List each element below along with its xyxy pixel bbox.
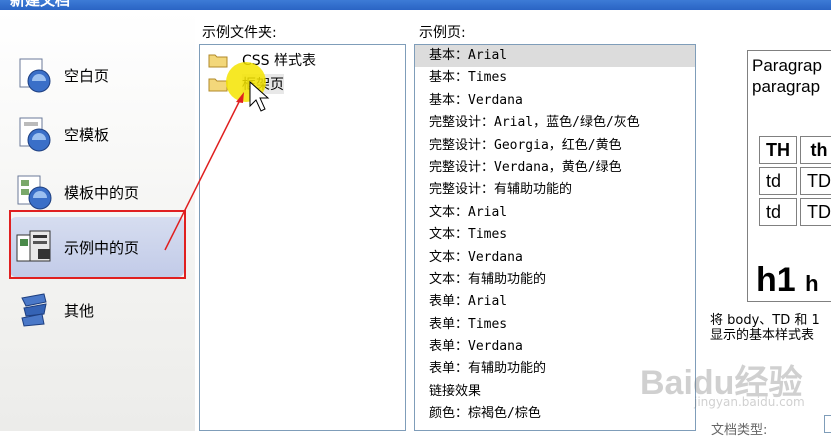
folder-item-css[interactable]: CSS 样式表 <box>208 49 316 71</box>
category-label: 空白页 <box>64 66 110 85</box>
preview-th: th <box>800 136 831 164</box>
page-item[interactable]: 表单：Times <box>415 314 695 336</box>
preview-td: td <box>759 198 797 226</box>
preview-th: TH <box>759 136 797 164</box>
doc-type-select[interactable] <box>824 415 831 433</box>
page-item[interactable]: 文本：Arial <box>415 202 695 224</box>
description-line: 将 body、TD 和 1 <box>710 313 820 328</box>
page-item[interactable]: 基本：Arial <box>415 45 695 68</box>
preview-h1: h1 <box>756 261 796 299</box>
preview-h2: h <box>805 271 819 296</box>
preview-paragraph-line: paragrap <box>752 77 821 96</box>
page-item[interactable]: 完整设计：有辅助功能的 <box>415 179 695 201</box>
page-item[interactable]: 完整设计：Verdana，黄色/绿色 <box>415 157 695 179</box>
category-other[interactable]: 其他 <box>14 282 184 338</box>
page-item[interactable]: 完整设计：Arial，蓝色/绿色/灰色 <box>415 112 695 134</box>
page-item[interactable]: 表单：Arial <box>415 291 695 313</box>
folder-label: CSS 样式表 <box>242 53 316 69</box>
folder-icon <box>208 54 228 68</box>
category-label: 示例中的页 <box>64 238 140 257</box>
blank-page-icon <box>19 58 51 93</box>
preview-paragraph: Paragrap paragrap <box>752 55 822 97</box>
pages-header: 示例页: <box>419 25 466 41</box>
description: 将 body、TD 和 1 显示的基本样式表 <box>710 313 820 343</box>
title-bar: 新建文档 <box>0 0 831 10</box>
window-title: 新建文档 <box>10 0 71 9</box>
category-label: 其他 <box>64 301 95 320</box>
page-item[interactable]: 基本：Times <box>415 67 695 89</box>
template-page-icon <box>17 175 52 210</box>
category-sample-page[interactable]: 示例中的页 <box>10 217 184 277</box>
folder-label: 框架页 <box>242 74 284 94</box>
sample-page-icon <box>16 230 51 262</box>
category-blank-page[interactable]: 空白页 <box>14 47 184 103</box>
page-item[interactable]: 文本：有辅助功能的 <box>415 269 695 291</box>
other-icon <box>21 293 47 327</box>
page-item[interactable]: 基本：Verdana <box>415 90 695 112</box>
category-blank-template[interactable]: 空模板 <box>14 106 184 162</box>
folders-header: 示例文件夹: <box>202 25 277 41</box>
preview-td: TD <box>800 198 831 226</box>
preview-paragraph-line: Paragrap <box>752 56 822 75</box>
preview-td: TD <box>800 167 831 195</box>
page-item[interactable]: 完整设计：Georgia，红色/黄色 <box>415 135 695 157</box>
page-item[interactable]: 文本：Verdana <box>415 247 695 269</box>
preview-td: td <box>759 167 797 195</box>
category-label: 空模板 <box>64 125 110 144</box>
preview-pane: Paragrap paragrap TH th td TD td TD h1 h <box>747 50 831 302</box>
folder-item-frames[interactable]: 框架页 <box>208 73 284 95</box>
sample-folder-list[interactable] <box>199 44 406 431</box>
folder-icon <box>208 78 228 92</box>
category-label: 模板中的页 <box>64 183 140 202</box>
preview-table: TH th td TD td TD <box>756 133 831 229</box>
blank-template-icon <box>19 117 51 152</box>
page-item[interactable]: 文本：Times <box>415 224 695 246</box>
description-line: 显示的基本样式表 <box>710 328 815 343</box>
doc-type-label: 文档类型: <box>711 423 768 438</box>
page-item[interactable]: 颜色：棕褐色/棕色 <box>415 403 695 425</box>
preview-heading: h1 h <box>756 261 819 300</box>
watermark-url: jingyan.baidu.com <box>694 395 805 409</box>
category-template-page[interactable]: 模板中的页 <box>14 164 184 220</box>
